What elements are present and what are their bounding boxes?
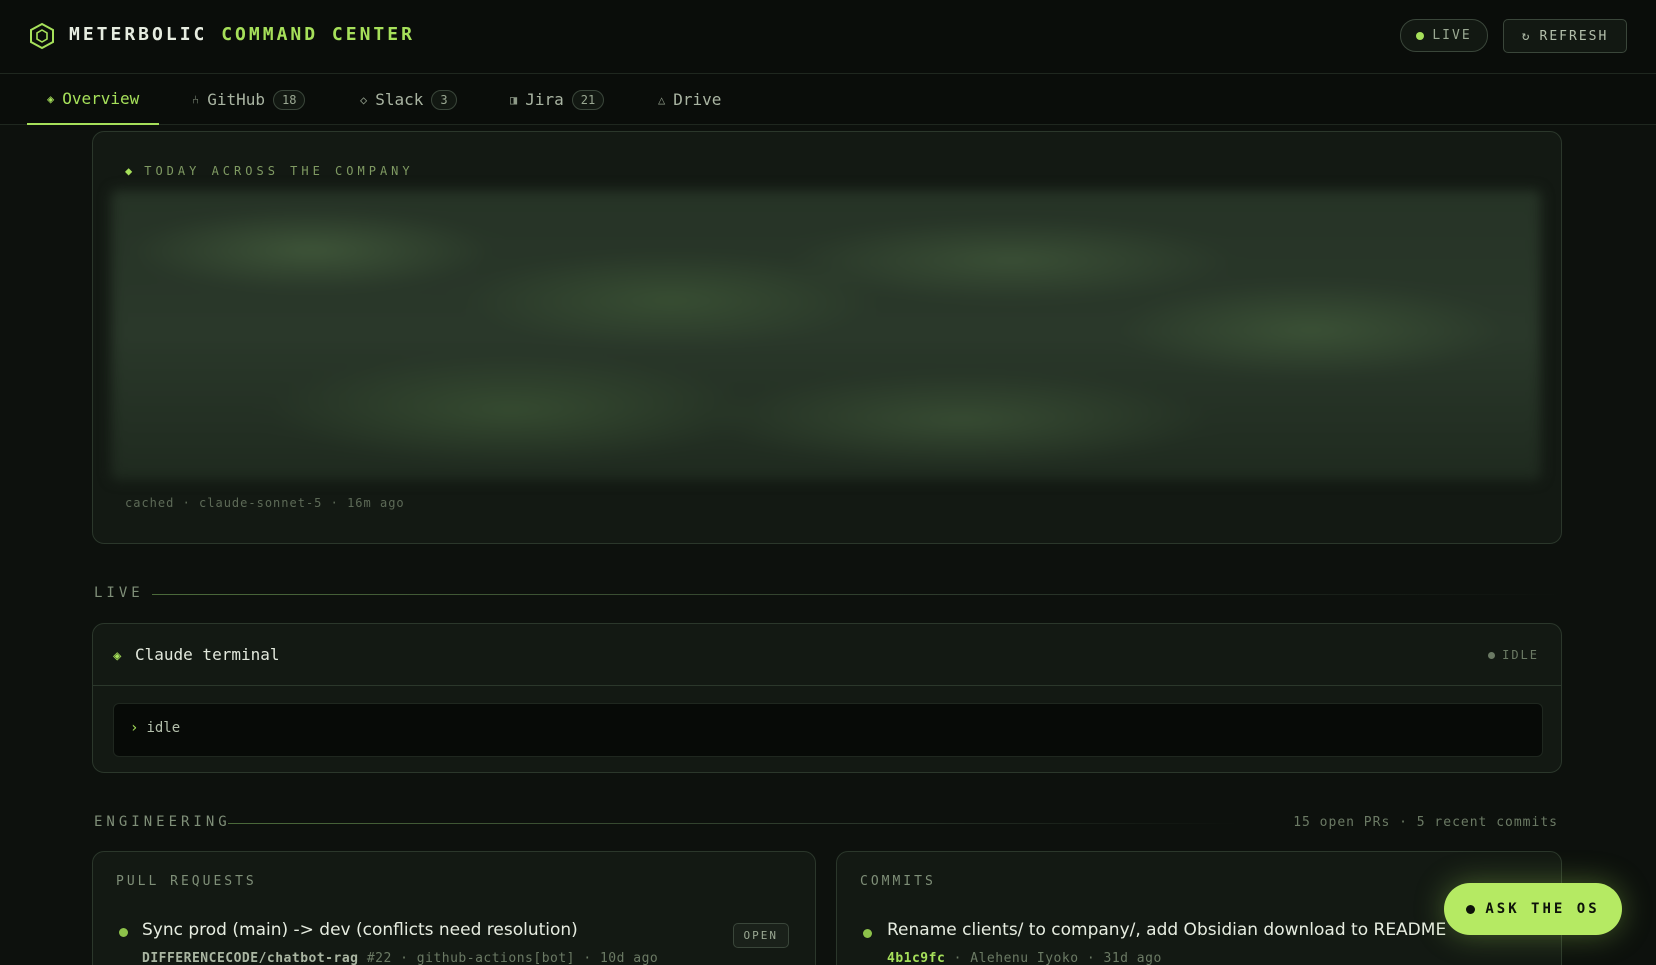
hexagon-logo-icon xyxy=(30,22,54,50)
section-divider xyxy=(152,594,1560,595)
prompt-caret-icon: › xyxy=(130,720,139,736)
status-label: IDLE xyxy=(1502,648,1539,662)
ask-the-os-button[interactable]: ASK THE OS xyxy=(1444,883,1622,935)
pr-meta: DIFFERENCECODE/chatbot-rag #22 · github-… xyxy=(142,951,658,965)
tab-slack[interactable]: ◇ Slack 3 xyxy=(360,74,457,125)
pr-status-dot-icon xyxy=(119,928,128,937)
tab-drive[interactable]: △ Drive xyxy=(658,74,721,125)
terminal-title: Claude terminal xyxy=(135,645,280,664)
tab-label: Slack xyxy=(375,90,424,109)
summary-heading: ◆ TODAY ACROSS THE COMPANY xyxy=(125,164,414,178)
brand-primary: METERBOLIC xyxy=(69,24,208,45)
overview-icon: ◈ xyxy=(47,91,55,106)
commit-dot-icon xyxy=(863,929,872,938)
tab-label: Jira xyxy=(525,90,564,109)
company-summary-card: ◆ TODAY ACROSS THE COMPANY cached · claud… xyxy=(92,131,1562,544)
tab-count-badge: 18 xyxy=(273,89,306,110)
pr-state-badge: OPEN xyxy=(732,923,789,948)
refresh-icon: ↻ xyxy=(1521,28,1532,44)
engineering-section-title: ENGINEERING xyxy=(94,814,231,830)
tab-github[interactable]: ⑃ GitHub 18 xyxy=(192,74,306,125)
git-branch-icon: ⑃ xyxy=(192,92,200,107)
pull-requests-panel: PULL REQUESTS Sync prod (main) -> dev (c… xyxy=(92,851,816,965)
diamond-icon: ◆ xyxy=(125,164,137,178)
terminal-prompt: › idle xyxy=(130,720,181,736)
diamond-icon: ◇ xyxy=(360,92,368,107)
app-title: METERBOLIC COMMAND CENTER xyxy=(69,24,415,45)
refresh-button[interactable]: ↻ REFRESH xyxy=(1503,19,1627,53)
terminal-status: IDLE xyxy=(1488,648,1539,662)
commit-details: · Alehenu Iyoko · 31d ago xyxy=(953,951,1162,965)
tab-count-badge: 21 xyxy=(571,89,605,110)
tab-jira[interactable]: ◨ Jira 21 xyxy=(510,74,605,125)
panel-title: PULL REQUESTS xyxy=(116,874,257,889)
terminal-output[interactable]: › idle xyxy=(113,703,1543,757)
status-dot-icon xyxy=(1488,651,1496,659)
claude-terminal-card: ◈ Claude terminal IDLE › idle xyxy=(92,623,1562,773)
commit-meta: 4b1c9fc · Alehenu Iyoko · 31d ago xyxy=(887,951,1162,965)
live-dot-icon xyxy=(1416,31,1425,40)
pr-repo: DIFFERENCECODE/chatbot-rag xyxy=(142,951,359,965)
live-label: LIVE xyxy=(1432,28,1472,43)
blurred-summary-content xyxy=(111,190,1541,480)
pr-title: Sync prod (main) -> dev (conflicts need … xyxy=(142,920,578,940)
panel-title: COMMITS xyxy=(860,874,936,889)
triangle-icon: △ xyxy=(658,92,666,107)
live-section-title: LIVE xyxy=(94,585,144,601)
pr-details: #22 · github-actions[bot] · 10d ago xyxy=(366,951,659,965)
tab-label: Drive xyxy=(673,90,722,109)
tab-label: Overview xyxy=(62,89,140,108)
ask-label: ASK THE OS xyxy=(1485,901,1600,917)
terminal-diamond-icon: ◈ xyxy=(113,648,122,664)
summary-meta: cached · claude-sonnet-5 · 16m ago xyxy=(125,496,405,510)
section-divider xyxy=(228,823,1238,824)
engineering-meta: 15 open PRs · 5 recent commits xyxy=(1293,815,1558,830)
tab-count-badge: 3 xyxy=(431,89,457,110)
brand-secondary: COMMAND CENTER xyxy=(221,24,415,45)
commit-hash: 4b1c9fc xyxy=(887,951,946,965)
top-header: METERBOLIC COMMAND CENTER LIVE ↻ REFRESH xyxy=(0,0,1656,74)
ask-dot-icon xyxy=(1466,904,1476,914)
terminal-header: ◈ Claude terminal IDLE xyxy=(93,624,1561,686)
board-icon: ◨ xyxy=(510,92,518,107)
tab-bar: ◈ Overview ⑃ GitHub 18 ◇ Slack 3 ◨ Jira … xyxy=(0,74,1656,125)
commit-title: Rename clients/ to company/, add Obsidia… xyxy=(887,920,1447,940)
tab-label: GitHub xyxy=(207,90,265,109)
tab-overview[interactable]: ◈ Overview xyxy=(27,74,160,125)
refresh-label: REFRESH xyxy=(1539,28,1609,44)
live-button[interactable]: LIVE xyxy=(1400,19,1488,52)
